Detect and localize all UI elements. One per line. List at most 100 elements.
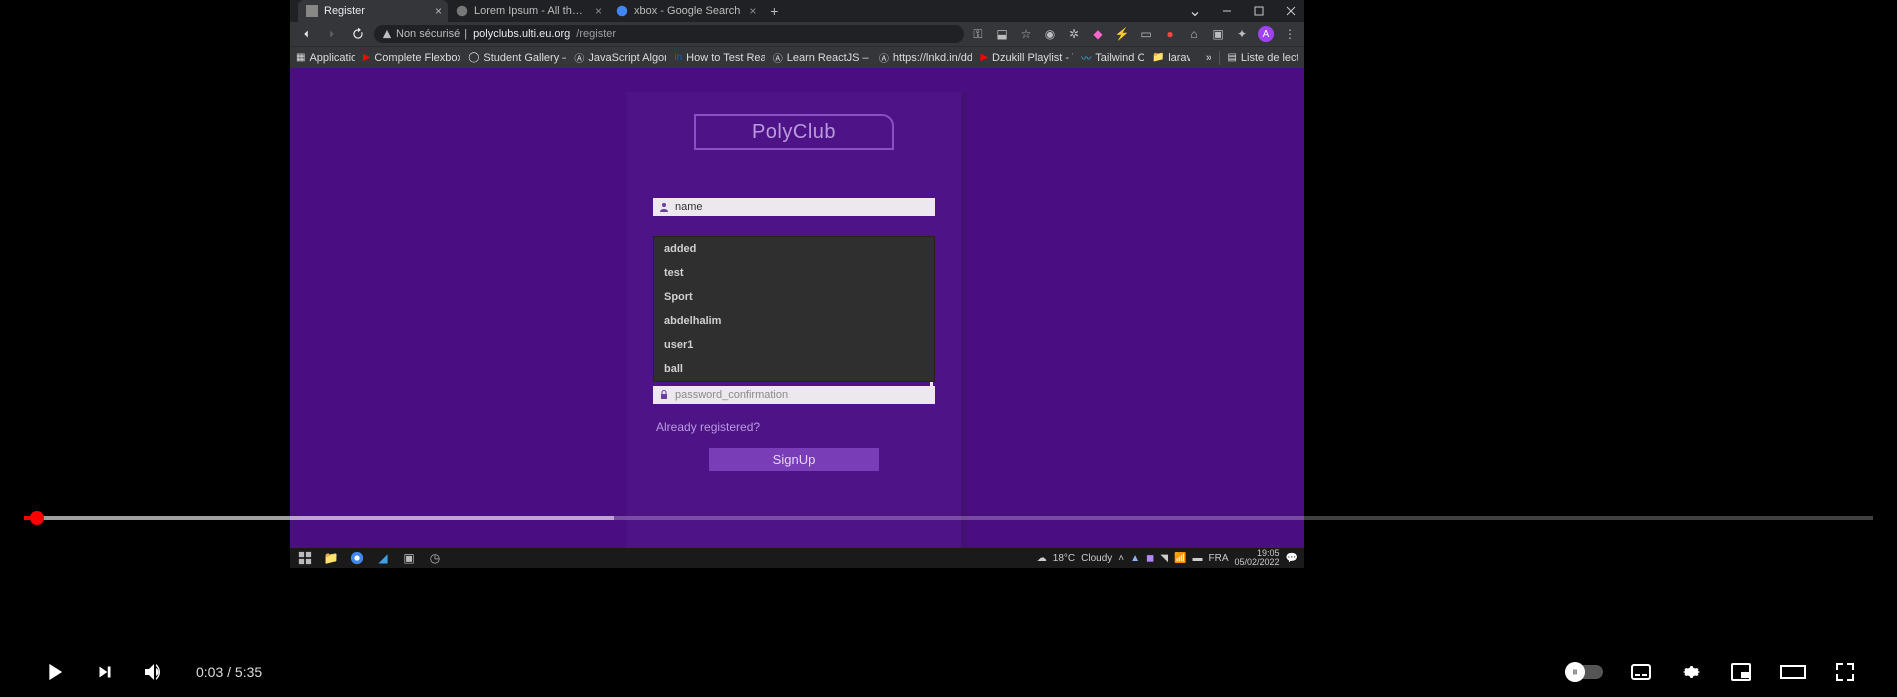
bolt-icon[interactable]: ⚡ — [1114, 26, 1130, 42]
brand-text: PolyClub — [752, 121, 836, 144]
wifi-icon[interactable]: 📶 — [1174, 553, 1186, 564]
theater-button[interactable] — [1779, 660, 1807, 684]
close-icon[interactable]: × — [749, 4, 756, 18]
tray-icon[interactable]: ◥ — [1160, 553, 1168, 564]
tab-title: Lorem Ipsum - All the facts - Lip… — [474, 5, 600, 17]
start-icon[interactable] — [296, 549, 314, 567]
extensions-icon[interactable]: ✦ — [1234, 26, 1250, 42]
weather-temp: 18°C — [1053, 553, 1075, 564]
brand-logo: PolyClub — [694, 114, 894, 150]
taskbar-clock[interactable]: 19:05 05/02/2022 — [1235, 549, 1280, 567]
password-confirm-input[interactable] — [675, 389, 931, 401]
autocomplete-item[interactable]: Sport — [654, 285, 934, 309]
player-controls: 0:03 / 5:35 — [24, 647, 1873, 697]
explorer-icon[interactable]: 📁 — [322, 549, 340, 567]
tab-lorem[interactable]: Lorem Ipsum - All the facts - Lip… × — [448, 0, 608, 22]
vscode-icon[interactable]: ◢ — [374, 549, 392, 567]
autoplay-toggle[interactable] — [1567, 665, 1603, 679]
notifications-icon[interactable]: 💬 — [1286, 553, 1298, 564]
bookmark-label: Complete Flexbox T… — [374, 52, 460, 64]
play-button[interactable] — [40, 658, 68, 686]
name-field-wrapper — [653, 198, 935, 216]
stop-icon[interactable]: ● — [1162, 26, 1178, 42]
time-display: 0:03 / 5:35 — [196, 664, 262, 680]
page-favicon-icon — [456, 5, 468, 17]
forward-button — [322, 24, 342, 44]
autocomplete-item[interactable]: test — [654, 261, 934, 285]
address-bar[interactable]: Non sécurisé | polyclubs.ulti.eu.org/reg… — [374, 25, 964, 43]
captions-button[interactable] — [1629, 660, 1653, 684]
tab-xbox[interactable]: xbox - Google Search × — [608, 0, 762, 22]
bookmark-learn-react[interactable]: Ⓐ Learn ReactJS – Co… — [773, 52, 871, 64]
tray-icon[interactable]: ▲ — [1130, 553, 1140, 564]
back-button[interactable] — [296, 24, 316, 44]
battery-icon[interactable]: ▬ — [1193, 553, 1203, 564]
google-favicon-icon — [616, 5, 628, 17]
bookmark-dzukill[interactable]: ▶ Dzukill Playlist - Yo… — [980, 52, 1073, 64]
bookmark-test-react[interactable]: in How to Test React… — [674, 52, 764, 64]
install-icon[interactable]: ⬓ — [994, 26, 1010, 42]
tailwind-icon: 〰 — [1081, 52, 1091, 64]
chrome-icon[interactable] — [348, 549, 366, 567]
tab-strip: Register × Lorem Ipsum - All the facts -… — [290, 0, 1304, 22]
autocomplete-item[interactable]: ball — [654, 357, 934, 381]
bookmark-label: laravel — [1168, 52, 1190, 64]
language-label[interactable]: FRA — [1209, 553, 1229, 564]
bookmark-tailwind[interactable]: 〰 Tailwind CSS — [1081, 52, 1144, 64]
site-icon: Ⓐ — [879, 52, 889, 64]
url-host: polyclubs.ulti.eu.org — [473, 28, 570, 40]
terminal-icon[interactable]: ▣ — [400, 549, 418, 567]
star-icon[interactable]: ☆ — [1018, 26, 1034, 42]
autocomplete-item[interactable]: abdelhalim — [654, 309, 934, 333]
fullscreen-button[interactable] — [1833, 660, 1857, 684]
close-icon[interactable]: × — [595, 4, 602, 18]
bookmarks-bar: ▦ Applications ▶ Complete Flexbox T… ◯ S… — [290, 46, 1304, 68]
autocomplete-item[interactable]: added — [654, 237, 934, 261]
bookmark-student-gallery[interactable]: ◯ Student Gallery – Gi… — [468, 52, 566, 64]
bookmark-label: Dzukill Playlist - Yo… — [992, 52, 1073, 64]
register-card: PolyClub added test Sp — [627, 92, 967, 568]
clip-icon[interactable]: ▭ — [1138, 26, 1154, 42]
reading-list[interactable]: ▤ Liste de lecture — [1227, 52, 1298, 64]
menu-icon[interactable]: ⋮ — [1282, 26, 1298, 42]
bookmark-applications[interactable]: ▦ Applications — [296, 52, 355, 64]
key-icon[interactable]: ⚿ — [970, 26, 986, 42]
autocomplete-item[interactable]: user1 — [654, 333, 934, 357]
password-confirm-field-wrapper — [653, 386, 935, 404]
tray-chevron-icon[interactable]: ˄ — [1118, 553, 1124, 564]
close-icon[interactable]: × — [435, 4, 442, 18]
settings-button[interactable] — [1679, 660, 1703, 684]
clock-icon[interactable]: ◷ — [426, 549, 444, 567]
eye-icon[interactable]: ◉ — [1042, 26, 1058, 42]
tray-icon[interactable]: ◼ — [1146, 553, 1154, 564]
youtube-icon: ▶ — [980, 52, 988, 64]
bookmark-flexbox[interactable]: ▶ Complete Flexbox T… — [363, 52, 461, 64]
toolbar-right: ⚿ ⬓ ☆ ◉ ✲ ◆ ⚡ ▭ ● ⌂ ▣ ✦ A ⋮ — [970, 26, 1298, 42]
next-button[interactable] — [94, 661, 116, 683]
new-tab-button[interactable]: + — [762, 0, 786, 22]
reload-button[interactable] — [348, 24, 368, 44]
palette-icon[interactable]: ◆ — [1090, 26, 1106, 42]
volume-button[interactable] — [142, 660, 166, 684]
close-window-icon[interactable] — [1284, 4, 1298, 18]
progress-bar[interactable] — [24, 516, 1873, 520]
maximize-icon[interactable] — [1252, 4, 1266, 18]
miniplayer-button[interactable] — [1729, 660, 1753, 684]
bookmark-js-algo[interactable]: Ⓐ JavaScript Algorith… — [574, 52, 666, 64]
progress-scrubber[interactable] — [30, 511, 44, 525]
user-icon — [657, 200, 671, 214]
bookmark-laravel[interactable]: 📁 laravel — [1152, 52, 1190, 64]
profile-avatar[interactable]: A — [1258, 26, 1274, 42]
camera-icon[interactable]: ▣ — [1210, 26, 1226, 42]
bookmarks-overflow[interactable]: » — [1206, 52, 1211, 64]
minimize-icon[interactable] — [1220, 4, 1234, 18]
atom-icon[interactable]: ✲ — [1066, 26, 1082, 42]
name-input[interactable] — [675, 201, 931, 213]
signup-button[interactable]: SignUp — [709, 448, 879, 471]
url-path: /register — [576, 28, 616, 40]
tab-register[interactable]: Register × — [298, 0, 448, 22]
already-registered-link[interactable]: Already registered? — [627, 420, 961, 434]
chevron-down-icon[interactable]: ⌄ — [1188, 4, 1202, 18]
bookmark-lnkd[interactable]: Ⓐ https://lnkd.in/dd4F… — [879, 52, 972, 64]
home-icon[interactable]: ⌂ — [1186, 26, 1202, 42]
